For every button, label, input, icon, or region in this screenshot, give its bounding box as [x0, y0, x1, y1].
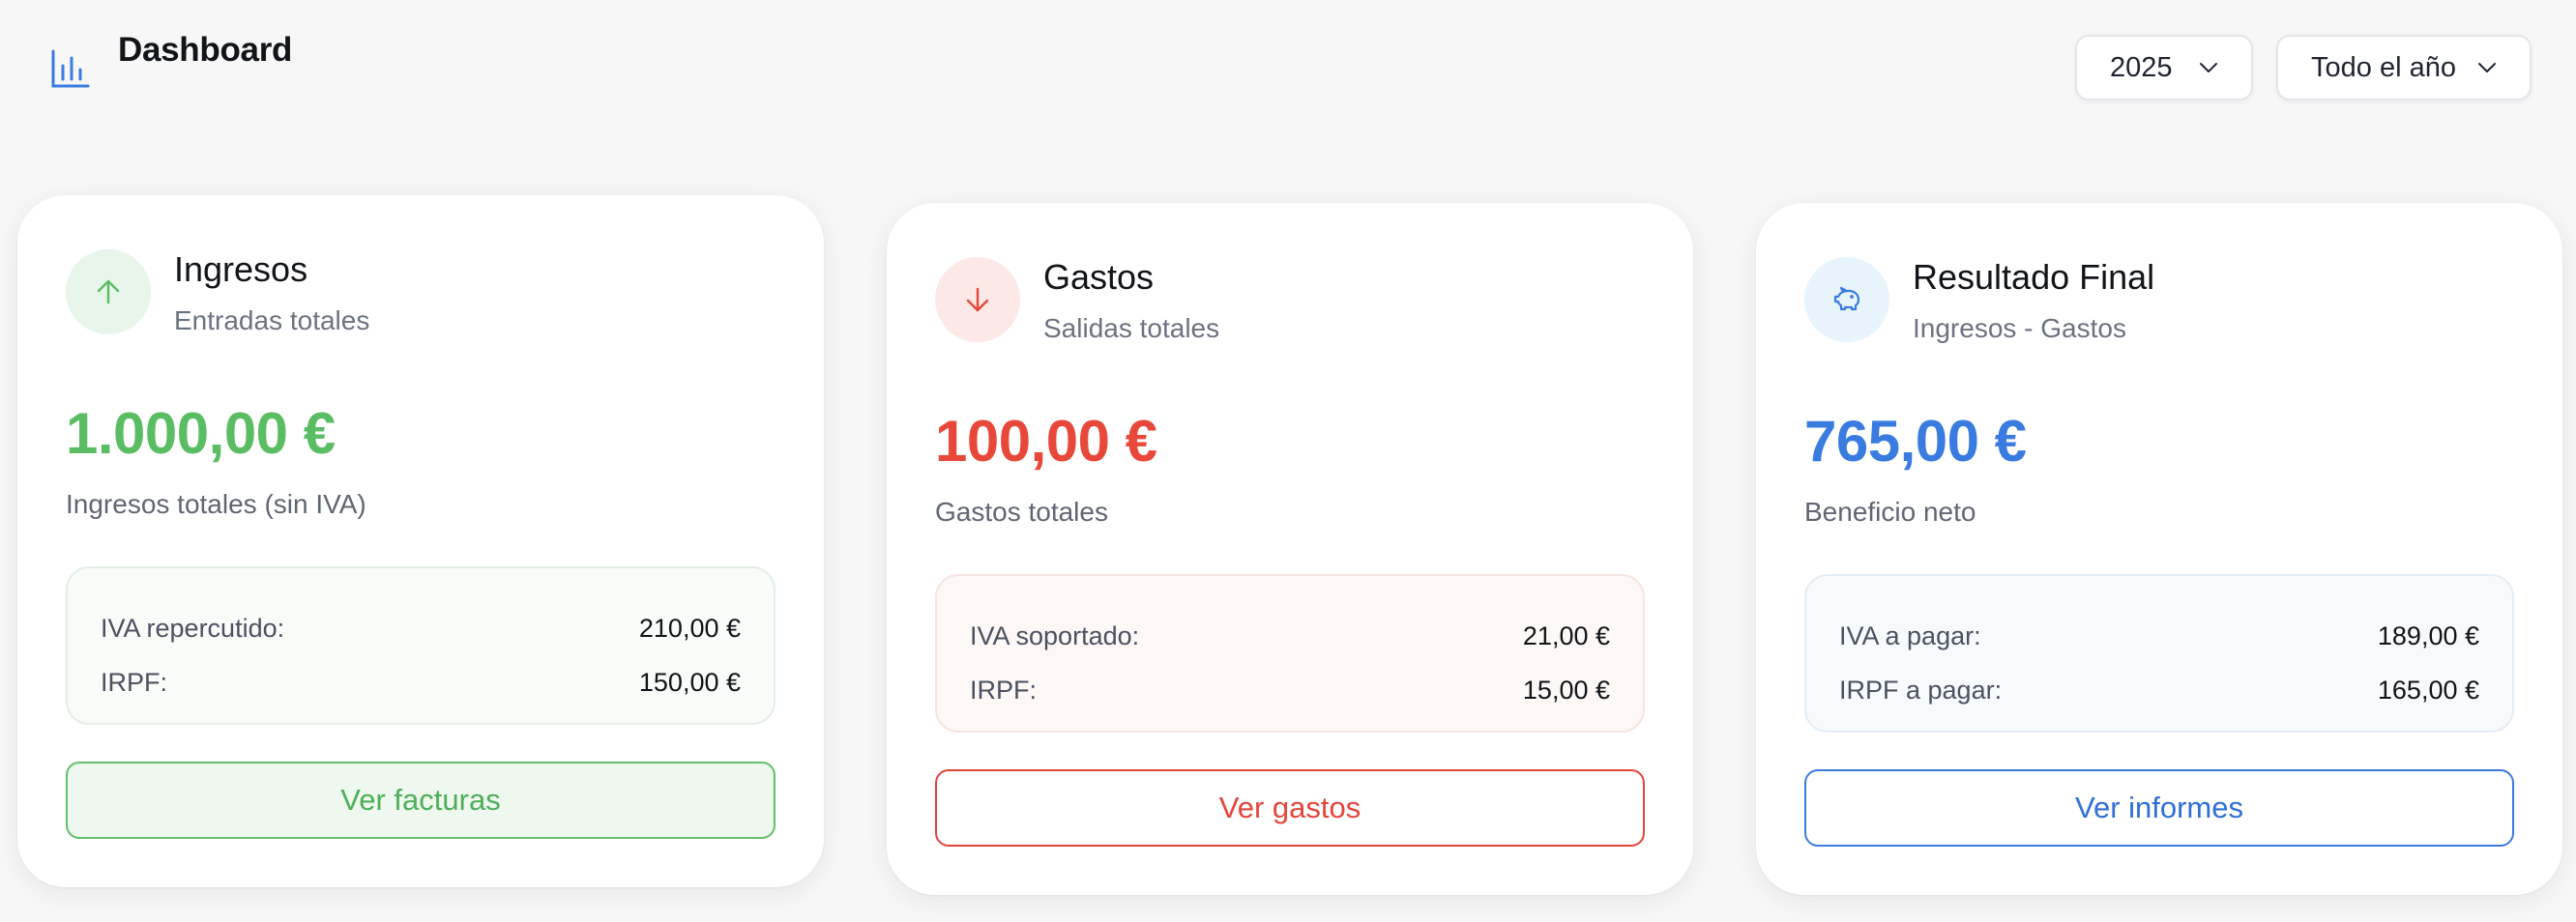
detail-label: IVA a pagar: — [1839, 620, 1981, 650]
detail-row: IRPF a pagar: 165,00 € — [1839, 663, 2479, 717]
income-icon-circle — [66, 249, 151, 334]
income-subtitle: Entradas totales — [174, 305, 370, 335]
detail-value: 15,00 € — [1522, 675, 1610, 705]
detail-label: IRPF: — [970, 675, 1038, 705]
result-details: IVA a pagar: 189,00 € IRPF a pagar: 165,… — [1804, 574, 2514, 733]
income-amount: 1.000,00 € — [66, 401, 336, 466]
income-details: IVA repercutido: 210,00 € IRPF: 150,00 € — [66, 566, 776, 725]
expenses-details: IVA soportado: 21,00 € IRPF: 15,00 € — [935, 574, 1645, 733]
expenses-icon-circle — [935, 257, 1020, 342]
expenses-title: Gastos — [1043, 257, 1155, 297]
bar-chart-icon — [51, 49, 90, 88]
detail-value: 21,00 € — [1522, 620, 1610, 650]
income-amount-label: Ingresos totales (sin IVA) — [66, 489, 366, 519]
page-title: Dashboard — [118, 31, 293, 69]
detail-label: IRPF: — [101, 667, 168, 697]
detail-label: IVA repercutido: — [101, 613, 285, 643]
detail-row: IVA a pagar: 189,00 € — [1839, 609, 2479, 663]
period-select-value: Todo el año — [2311, 51, 2456, 83]
income-card: Ingresos Entradas totales 1.000,00 € Ing… — [17, 195, 824, 887]
expenses-card: Gastos Salidas totales 100,00 € Gastos t… — [887, 203, 1693, 895]
chevron-down-icon — [2478, 63, 2496, 72]
year-select[interactable]: 2025 — [2075, 35, 2253, 101]
detail-row: IVA repercutido: 210,00 € — [101, 601, 741, 655]
piggy-bank-icon — [1833, 286, 1860, 311]
expenses-amount: 100,00 € — [935, 409, 1157, 474]
arrow-down-icon — [966, 287, 989, 312]
detail-label: IRPF a pagar: — [1839, 675, 2003, 705]
result-subtitle: Ingresos - Gastos — [1913, 313, 2126, 343]
detail-value: 150,00 € — [638, 667, 741, 697]
detail-value: 189,00 € — [2377, 620, 2479, 650]
detail-row: IRPF: 15,00 € — [970, 663, 1610, 717]
year-select-value: 2025 — [2110, 51, 2173, 83]
period-select[interactable]: Todo el año — [2276, 35, 2532, 101]
expenses-amount-label: Gastos totales — [935, 497, 1108, 527]
result-card: Resultado Final Ingresos - Gastos 765,00… — [1756, 203, 2562, 895]
result-icon-circle — [1804, 257, 1889, 342]
income-title: Ingresos — [174, 249, 308, 289]
detail-value: 210,00 € — [638, 613, 741, 643]
detail-label: IVA soportado: — [970, 620, 1140, 650]
result-amount: 765,00 € — [1804, 409, 2027, 474]
view-expenses-button[interactable]: Ver gastos — [935, 769, 1645, 847]
detail-row: IRPF: 150,00 € — [101, 655, 741, 709]
result-title: Resultado Final — [1913, 257, 2155, 297]
chevron-down-icon — [2200, 63, 2217, 72]
expenses-subtitle: Salidas totales — [1043, 313, 1220, 343]
view-invoices-button[interactable]: Ver facturas — [66, 762, 776, 839]
detail-row: IVA soportado: 21,00 € — [970, 609, 1610, 663]
result-amount-label: Beneficio neto — [1804, 497, 1976, 527]
view-reports-button[interactable]: Ver informes — [1804, 769, 2514, 847]
detail-value: 165,00 € — [2377, 675, 2479, 705]
arrow-up-icon — [97, 279, 120, 304]
